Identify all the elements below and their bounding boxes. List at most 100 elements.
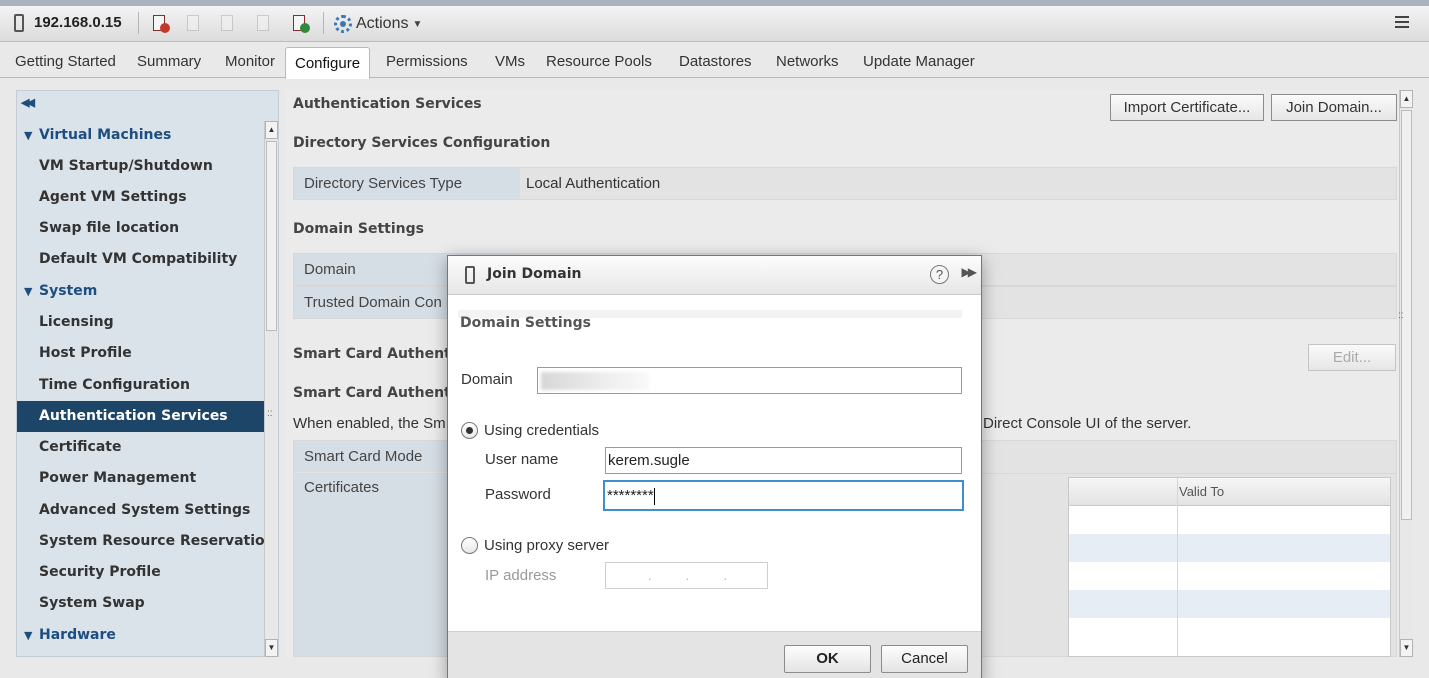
tab-resource-pools[interactable]: Resource Pools [546, 53, 652, 70]
using-proxy-radio[interactable] [461, 537, 478, 554]
table-row [1069, 534, 1390, 562]
scroll-down-icon[interactable]: ▼ [1400, 639, 1413, 657]
scroll-up-icon[interactable]: ▲ [265, 121, 278, 139]
actions-menu[interactable]: Actions ▼ [334, 12, 422, 36]
nav-item-vm-startup-shutdown[interactable]: VM Startup/Shutdown [17, 151, 265, 182]
nav-label: System [39, 283, 98, 299]
smart-card-description-end: Direct Console UI of the server. [983, 415, 1192, 432]
tab-update-manager[interactable]: Update Manager [863, 53, 975, 70]
using-credentials-radio[interactable] [461, 422, 478, 439]
scroll-down-icon[interactable]: ▼ [265, 639, 278, 657]
domain-input[interactable] [537, 367, 962, 394]
expand-icon[interactable]: ▶▶ [962, 265, 978, 279]
tab-vms[interactable]: VMs [495, 53, 525, 70]
dialog-section-title: Domain Settings [460, 315, 591, 331]
power-off-icon[interactable] [150, 13, 170, 33]
smart-card-description: When enabled, the Sm [293, 415, 446, 432]
nav-group-system[interactable]: ▼ System [17, 276, 265, 307]
nav-item-system-resource-reservation[interactable]: System Resource Reservation [17, 526, 275, 557]
nav-item-certificate[interactable]: Certificate [17, 432, 265, 463]
directory-type-row: Directory Services Type Local Authentica… [293, 167, 1397, 200]
splitter-handle[interactable]: :: [1398, 310, 1404, 321]
splitter-handle[interactable]: :: [267, 408, 273, 419]
nav-item-default-vm-compatibility[interactable]: Default VM Compatibility [17, 244, 265, 275]
cancel-button[interactable]: Cancel [881, 645, 968, 673]
shutdown-icon[interactable] [218, 13, 238, 33]
nav-item-authentication-services[interactable]: Authentication Services [17, 401, 265, 432]
help-icon[interactable]: ? [930, 265, 949, 284]
directory-type-label: Directory Services Type [294, 168, 520, 199]
nav-item-host-profile[interactable]: Host Profile [17, 338, 265, 369]
certificates-table[interactable]: Valid To [1068, 477, 1391, 657]
table-row [1069, 590, 1390, 618]
password-label: Password [485, 486, 551, 503]
username-label: User name [485, 451, 559, 468]
nav-item-advanced-system-settings[interactable]: Advanced System Settings [17, 495, 265, 526]
ip-address-label: IP address [485, 567, 557, 584]
join-domain-button[interactable]: Join Domain... [1271, 94, 1397, 121]
nav-item-security-profile[interactable]: Security Profile [17, 557, 265, 588]
directory-type-value: Local Authentication [526, 175, 661, 192]
reboot-icon[interactable] [254, 13, 274, 33]
scroll-thumb[interactable] [266, 141, 277, 331]
gear-icon [334, 15, 352, 33]
tab-networks[interactable]: Networks [776, 53, 839, 70]
nav-item-time-configuration[interactable]: Time Configuration [17, 370, 265, 401]
host-icon [465, 266, 475, 284]
settings-nav: ◀◀ ▼ Virtual Machines VM Startup/Shutdown… [16, 90, 279, 657]
text-cursor [653, 487, 655, 505]
title-bar: 192.168.0.15 Actions ▼ [0, 0, 1429, 42]
smart-card-subtitle: Smart Card Authentic [293, 385, 464, 401]
tab-monitor[interactable]: Monitor [225, 53, 275, 70]
dialog-footer: OK Cancel [448, 631, 981, 678]
menu-icon[interactable] [1395, 16, 1417, 30]
chevron-down-icon: ▼ [412, 18, 423, 30]
nav-group-hardware[interactable]: ▼ Hardware [17, 620, 265, 651]
using-proxy-label[interactable]: Using proxy server [484, 537, 609, 554]
enter-maintenance-icon[interactable] [290, 13, 310, 33]
toolbar-separator [138, 12, 139, 34]
collapse-panel-icon[interactable]: ◀◀ [21, 96, 35, 109]
nav-scrollbar[interactable]: ▲ ▼ [264, 121, 278, 657]
scroll-up-icon[interactable]: ▲ [1400, 90, 1413, 108]
tab-configure[interactable]: Configure [285, 47, 371, 79]
expanded-arrow-icon: ▼ [24, 285, 33, 298]
nav-item-system-swap[interactable]: System Swap [17, 588, 265, 619]
host-icon [14, 14, 24, 32]
main-scrollbar[interactable]: ▲ ▼ [1399, 90, 1413, 657]
tab-getting-started[interactable]: Getting Started [15, 53, 116, 70]
password-input[interactable]: ******** [603, 480, 964, 511]
column-divider [1177, 478, 1178, 656]
nav-item-power-management[interactable]: Power Management [17, 463, 265, 494]
suspend-icon[interactable] [184, 13, 204, 33]
tab-bar: Getting Started Summary Monitor Configur… [0, 42, 1429, 79]
domain-settings-title: Domain Settings [293, 221, 424, 237]
nav-item-swap-file-location[interactable]: Swap file location [17, 213, 265, 244]
expanded-arrow-icon: ▼ [24, 629, 33, 642]
username-input[interactable]: kerem.sugle [605, 447, 962, 474]
valid-to-header[interactable]: Valid To [1179, 484, 1224, 499]
nav-label: Hardware [39, 627, 116, 643]
nav-item-agent-vm-settings[interactable]: Agent VM Settings [17, 182, 265, 213]
join-domain-dialog: Join Domain ? ▶▶ Domain Settings Domain … [447, 255, 982, 678]
dialog-title: Join Domain [487, 266, 582, 282]
ok-button[interactable]: OK [784, 645, 871, 673]
nav-group-virtual-machines[interactable]: ▼ Virtual Machines [17, 120, 265, 151]
directory-config-title: Directory Services Configuration [293, 135, 551, 151]
tab-datastores[interactable]: Datastores [679, 53, 752, 70]
edit-button[interactable]: Edit... [1308, 344, 1396, 371]
host-name: 192.168.0.15 [34, 14, 122, 31]
toolbar-separator [323, 12, 324, 34]
password-value: ******** [607, 487, 654, 504]
tab-permissions[interactable]: Permissions [386, 53, 468, 70]
tab-summary[interactable]: Summary [137, 53, 201, 70]
table-header: Valid To [1069, 478, 1390, 506]
expanded-arrow-icon: ▼ [24, 129, 33, 142]
smart-card-title: Smart Card Authentic [293, 346, 464, 362]
ip-address-input[interactable]: . . . [605, 562, 768, 589]
using-credentials-label[interactable]: Using credentials [484, 422, 599, 439]
nav-item-licensing[interactable]: Licensing [17, 307, 265, 338]
dialog-header: Join Domain ? ▶▶ [448, 256, 981, 295]
nav-label: Virtual Machines [39, 127, 172, 143]
import-certificate-button[interactable]: Import Certificate... [1110, 94, 1264, 121]
